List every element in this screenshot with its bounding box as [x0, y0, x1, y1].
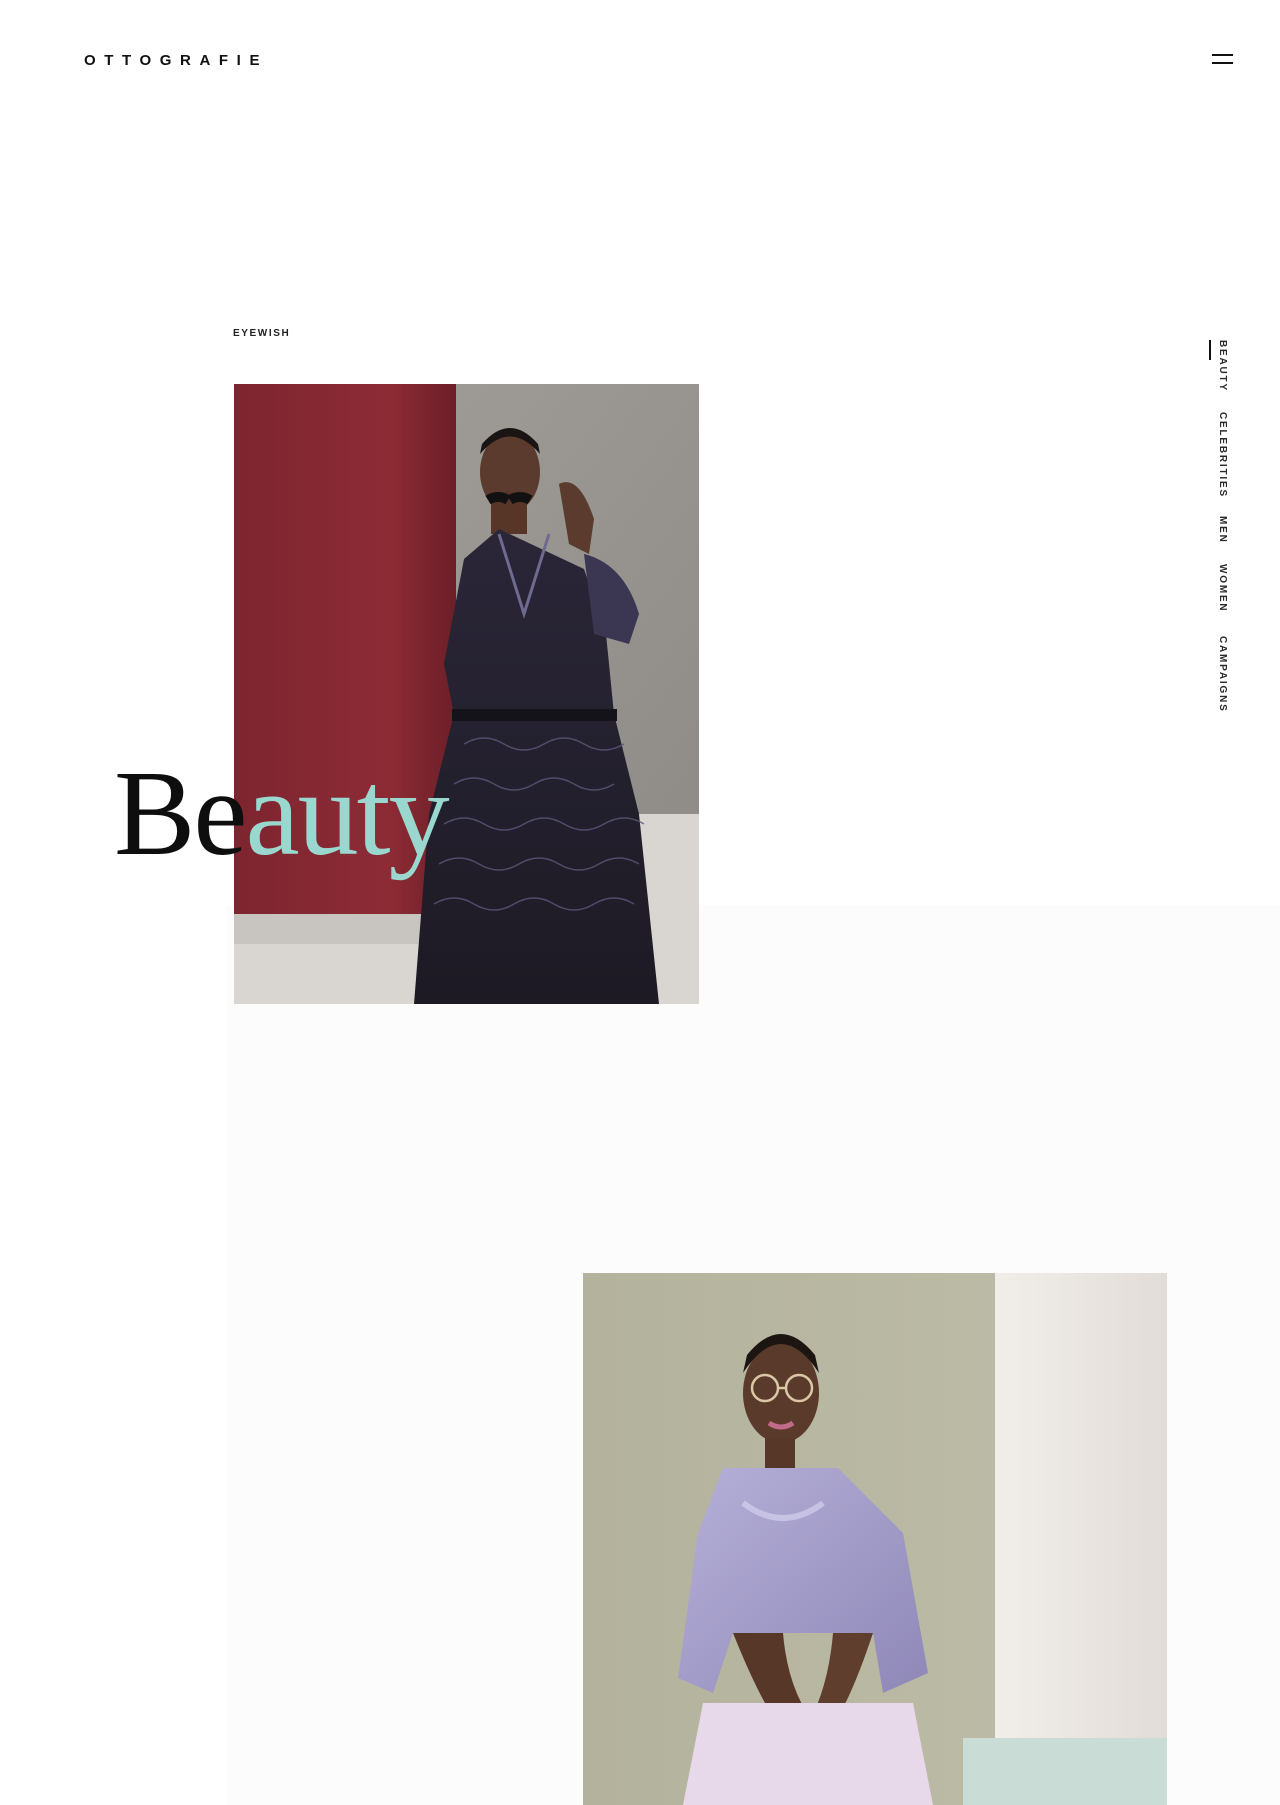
beauty-photo-eyeglasses[interactable] — [583, 1273, 1167, 1805]
side-nav-item-men[interactable]: MEN — [1215, 516, 1229, 544]
active-indicator — [1209, 340, 1211, 360]
page-title-accent-part: auty — [245, 746, 450, 881]
photo-eyeglasses-illustration — [583, 1273, 1167, 1805]
hamburger-menu-icon — [1212, 54, 1233, 56]
page-title-black-part: Be — [114, 746, 248, 881]
side-nav-item-campaigns[interactable]: CAMPAIGNS — [1215, 636, 1229, 713]
side-nav-item-women[interactable]: WOMEN — [1215, 564, 1229, 612]
side-nav-item-celebrities[interactable]: CELEBRITIES — [1215, 412, 1229, 498]
page-title: Beauty — [114, 744, 450, 884]
site-logo[interactable]: OTTOGRAFIE — [84, 52, 268, 70]
menu-button[interactable] — [1204, 48, 1234, 70]
section-eyebrow: EYEWISH — [233, 328, 291, 339]
photo-sunglasses-illustration — [234, 384, 699, 1004]
side-nav-item-beauty[interactable]: BEAUTY — [1215, 340, 1229, 392]
beauty-photo-sunglasses[interactable] — [234, 384, 699, 1004]
category-side-nav: BEAUTY CELEBRITIES MEN WOMEN CAMPAIGNS — [1209, 338, 1233, 738]
hamburger-menu-icon-bar — [1212, 62, 1233, 64]
